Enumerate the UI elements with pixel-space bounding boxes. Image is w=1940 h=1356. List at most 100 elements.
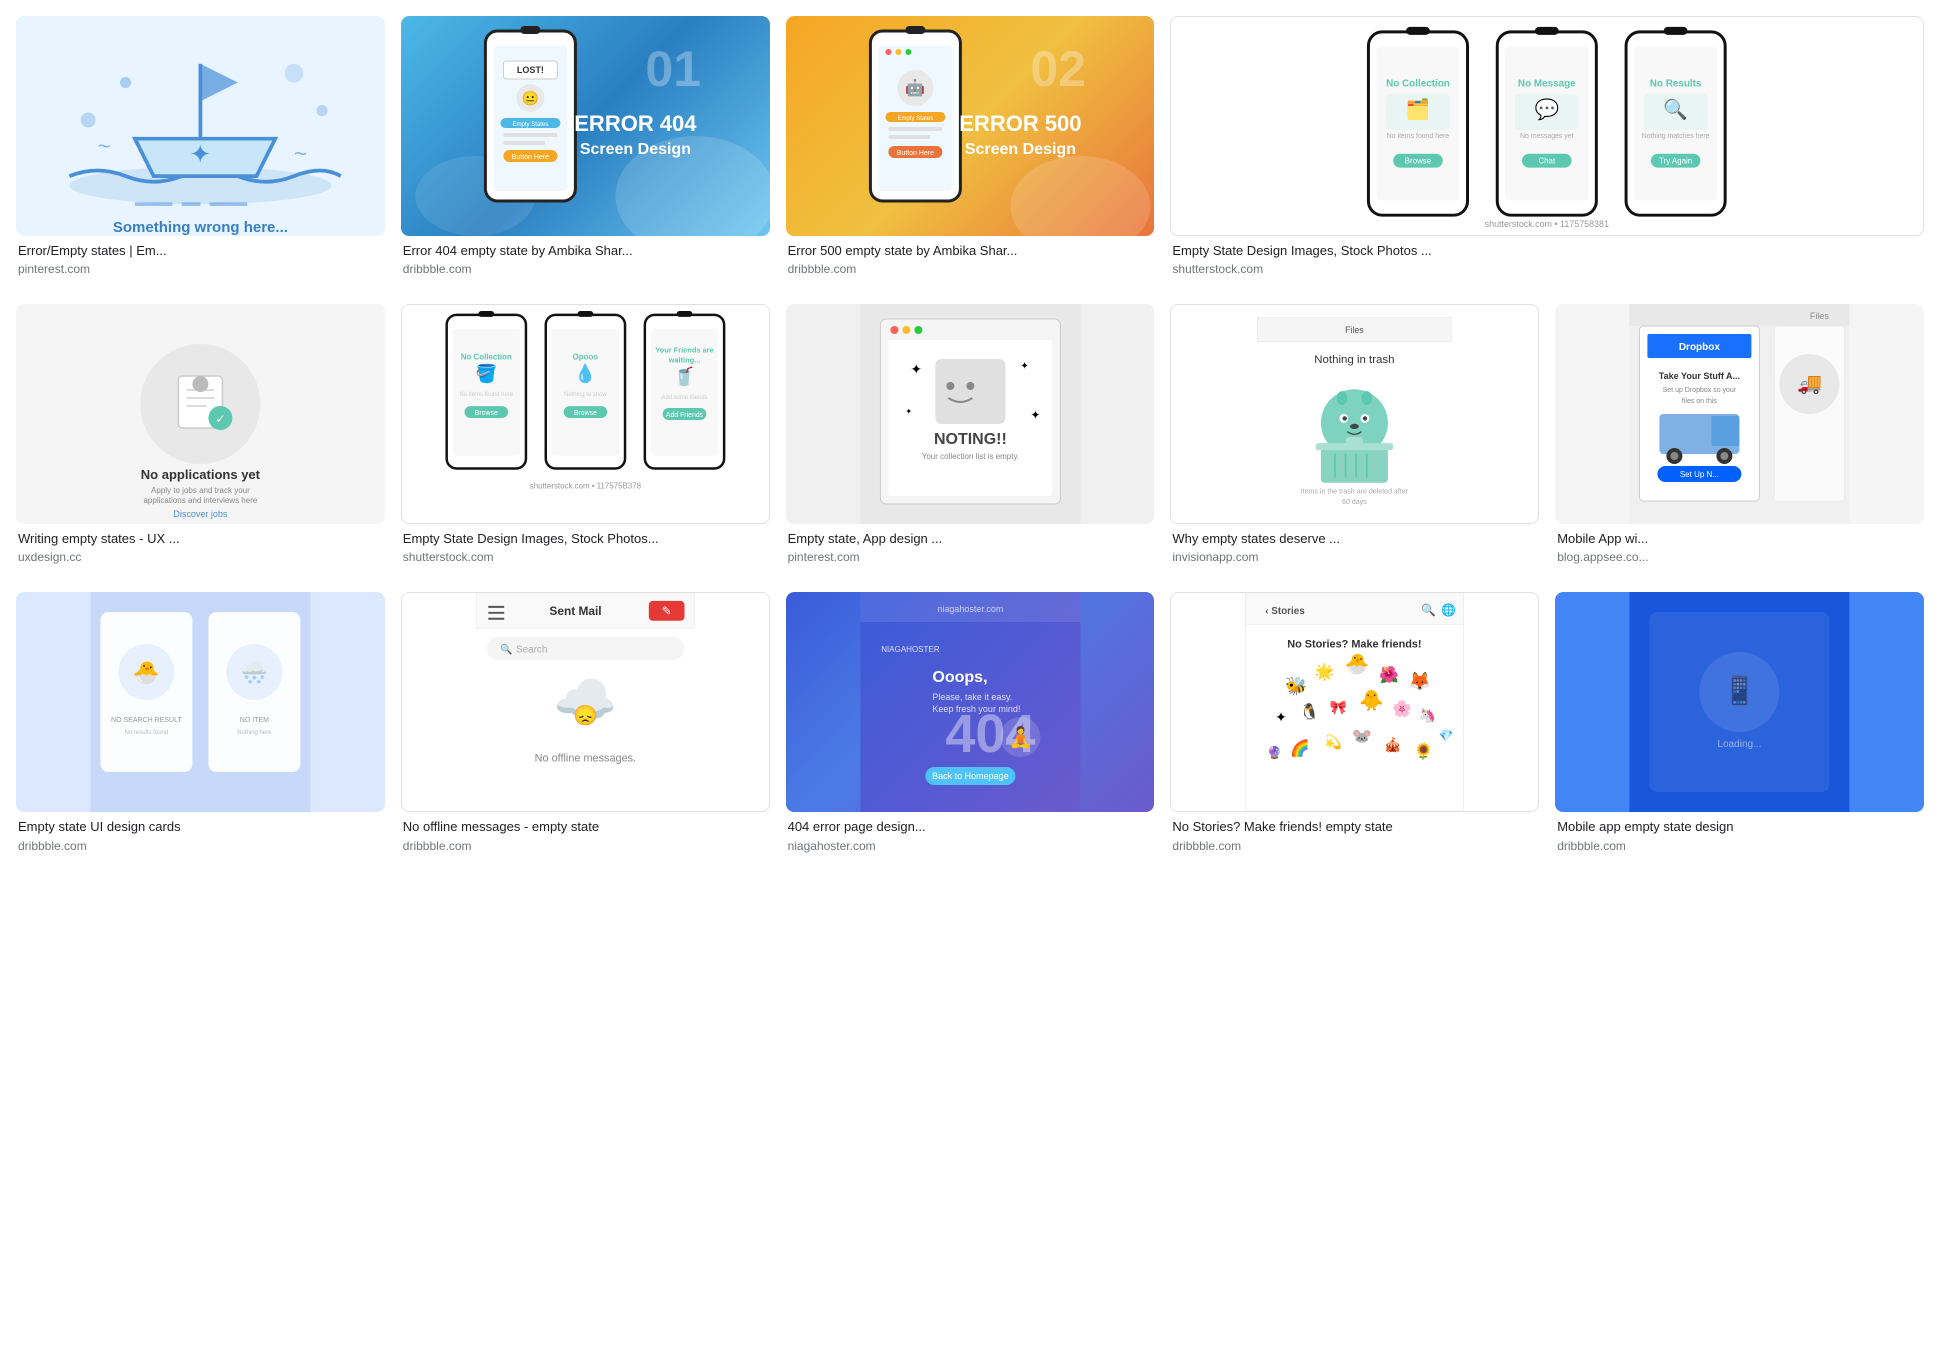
svg-text:shutterstock.com • 117575B378: shutterstock.com • 117575B378 (530, 482, 642, 491)
svg-text:Take Your Stuff A...: Take Your Stuff A... (1659, 371, 1740, 381)
svg-text:🐥: 🐥 (1360, 689, 1385, 712)
card-dribbble-1[interactable]: 01 LOST! 😐 Empty States (401, 16, 770, 288)
svg-text:Your collection list is empty.: Your collection list is empty. (921, 452, 1018, 461)
svg-text:💬: 💬 (1535, 98, 1560, 121)
svg-text:Your Friends are: Your Friends are (655, 346, 713, 355)
svg-text:No messages yet: No messages yet (1520, 133, 1574, 140)
svg-text:No results found: No results found (125, 730, 169, 736)
card-title-dribbble-1: Error 404 empty state by Ambika Shar... (403, 242, 768, 260)
svg-text:No Collection: No Collection (1386, 78, 1450, 89)
card-source-stories: dribbble.com (1172, 839, 1537, 853)
svg-text:Add Friends: Add Friends (666, 412, 704, 419)
svg-text:Set Up N...: Set Up N... (1680, 470, 1719, 479)
card-info-mail: No offline messages - empty state dribbb… (401, 812, 770, 864)
card-title-404-blue: 404 error page design... (788, 818, 1153, 836)
svg-text:Search: Search (516, 645, 547, 656)
card-source-shutterstock-1: shutterstock.com (1172, 262, 1922, 276)
svg-text:ERROR 404: ERROR 404 (574, 111, 697, 136)
svg-text:Button Here: Button Here (896, 150, 933, 157)
svg-text:Add some friends: Add some friends (661, 395, 707, 401)
card-shutterstock-2[interactable]: No Collection 🪣 No items found here Brow… (401, 304, 770, 576)
card-source-pinterest-1: pinterest.com (18, 262, 383, 276)
card-title-dribbble-2: Error 500 empty state by Ambika Shar... (788, 242, 1153, 260)
card-invision[interactable]: Files Nothing in trash (1170, 304, 1539, 576)
card-image-shutterstock-2: No Collection 🪣 No items found here Brow… (401, 304, 770, 524)
svg-text:No Results: No Results (1650, 78, 1702, 89)
card-title-invision: Why empty states deserve ... (1172, 530, 1537, 548)
svg-text:Opooo: Opooo (572, 353, 598, 362)
card-image-stories: ‹ Stories 🔍 🌐 No Stories? Make friends! … (1170, 592, 1539, 812)
svg-text:😐: 😐 (521, 90, 538, 106)
svg-text:💧: 💧 (574, 363, 596, 384)
svg-text:🧘: 🧘 (1008, 725, 1033, 749)
svg-text:✦: ✦ (910, 361, 922, 377)
svg-text:No offline messages.: No offline messages. (534, 753, 636, 765)
svg-text:Screen Design: Screen Design (580, 141, 691, 158)
svg-text:NOTING!!: NOTING!! (934, 431, 1007, 448)
card-mail[interactable]: Sent Mail ✎ 🔍 Search ☁️ 😞 No offline mes… (401, 592, 770, 864)
svg-text:😞: 😞 (573, 704, 598, 727)
svg-text:🐝: 🐝 (1285, 676, 1307, 696)
card-light-blue[interactable]: 🐣 NO SEARCH RESULT No results found 🌨️ N… (16, 592, 385, 864)
image-grid: ✦ ~ ~ Something wrong here... So (16, 16, 1924, 865)
svg-text:Loading...: Loading... (1718, 739, 1762, 750)
svg-text:Empty States: Empty States (512, 122, 548, 128)
svg-text:🌟: 🌟 (1315, 663, 1335, 682)
svg-text:waiting...: waiting... (667, 356, 700, 365)
card-title-pinterest-2: Empty state, App design ... (788, 530, 1153, 548)
svg-text:💎: 💎 (1439, 729, 1454, 743)
card-image-pinterest-1: ✦ ~ ~ Something wrong here... So (16, 16, 385, 236)
svg-text:🔍: 🔍 (500, 643, 512, 656)
card-image-shutterstock-1: No Collection 🗂️ No items found here Bro… (1170, 16, 1924, 236)
svg-text:📱: 📱 (1722, 674, 1757, 707)
svg-text:Files: Files (1810, 311, 1830, 321)
svg-text:Set up Dropbox so your: Set up Dropbox so your (1663, 387, 1737, 394)
card-info-invision: Why empty states deserve ... invisionapp… (1170, 524, 1539, 576)
svg-text:✦: ✦ (1020, 361, 1028, 372)
card-appsee[interactable]: Files Dropbox Take Your Stuff A... Set u… (1555, 304, 1924, 576)
card-dribbble-2[interactable]: 02 🤖 Empty States Butt (786, 16, 1155, 288)
svg-text:Sent Mail: Sent Mail (549, 604, 601, 618)
card-title-appsee: Mobile App wi... (1557, 530, 1922, 548)
card-image-pinterest-2: ✦ ✦ ✦ ✦ NOTING!! Your collection list is… (786, 304, 1155, 524)
svg-text:Nothing matches here: Nothing matches here (1642, 133, 1710, 140)
card-info-pinterest-1: Error/Empty states | Em... pinterest.com (16, 236, 385, 288)
card-image-mail: Sent Mail ✎ 🔍 Search ☁️ 😞 No offline mes… (401, 592, 770, 812)
card-info-shutterstock-1: Empty State Design Images, Stock Photos … (1170, 236, 1924, 288)
card-info-uxdesign: Writing empty states - UX ... uxdesign.c… (16, 524, 385, 576)
card-title-light-blue: Empty state UI design cards (18, 818, 383, 836)
svg-text:✎: ✎ (661, 604, 671, 618)
card-pinterest-2[interactable]: ✦ ✦ ✦ ✦ NOTING!! Your collection list is… (786, 304, 1155, 576)
card-stories[interactable]: ‹ Stories 🔍 🌐 No Stories? Make friends! … (1170, 592, 1539, 864)
svg-text:Please, take it easy.: Please, take it easy. (932, 692, 1012, 702)
card-info-dribbble-2: Error 500 empty state by Ambika Shar... … (786, 236, 1155, 288)
svg-text:02: 02 (1030, 41, 1086, 97)
card-blue-last[interactable]: 📱 Loading... Mobile app empty state desi… (1555, 592, 1924, 864)
svg-text:Browse: Browse (475, 410, 498, 417)
card-404-blue[interactable]: niagahoster.com NIAGAHOSTER 404 Ooops, P… (786, 592, 1155, 864)
svg-text:🚚: 🚚 (1797, 373, 1822, 395)
svg-text:Back to Homepage: Back to Homepage (932, 771, 1009, 781)
card-image-invision: Files Nothing in trash (1170, 304, 1539, 524)
card-title-shutterstock-1: Empty State Design Images, Stock Photos … (1172, 242, 1922, 260)
svg-text:NIAGAHOSTER: NIAGAHOSTER (881, 645, 939, 654)
svg-text:🤖: 🤖 (905, 78, 925, 97)
svg-text:Files: Files (1346, 325, 1365, 335)
card-source-blue-last: dribbble.com (1557, 839, 1922, 853)
svg-text:LOST!: LOST! (517, 65, 544, 75)
svg-text:🌈: 🌈 (1290, 739, 1310, 758)
card-shutterstock-1[interactable]: No Collection 🗂️ No items found here Bro… (1170, 16, 1924, 288)
svg-text:No items found here: No items found here (1387, 133, 1449, 140)
svg-text:Chat: Chat (1539, 157, 1557, 166)
card-info-blue-last: Mobile app empty state design dribbble.c… (1555, 812, 1924, 864)
card-source-appsee: blog.appsee.co... (1557, 550, 1922, 564)
card-info-shutterstock-2: Empty State Design Images, Stock Photos.… (401, 524, 770, 576)
card-image-dribbble-1: 01 LOST! 😐 Empty States (401, 16, 770, 236)
card-title-uxdesign: Writing empty states - UX ... (18, 530, 383, 548)
svg-text:🦄: 🦄 (1419, 707, 1436, 724)
svg-text:🎪: 🎪 (1385, 737, 1402, 754)
svg-text:NO ITEM: NO ITEM (240, 717, 269, 724)
card-source-shutterstock-2: shutterstock.com (403, 550, 768, 564)
card-uxdesign[interactable]: ✓ No applications yet Apply to jobs and … (16, 304, 385, 576)
card-pinterest-1[interactable]: ✦ ~ ~ Something wrong here... So (16, 16, 385, 288)
